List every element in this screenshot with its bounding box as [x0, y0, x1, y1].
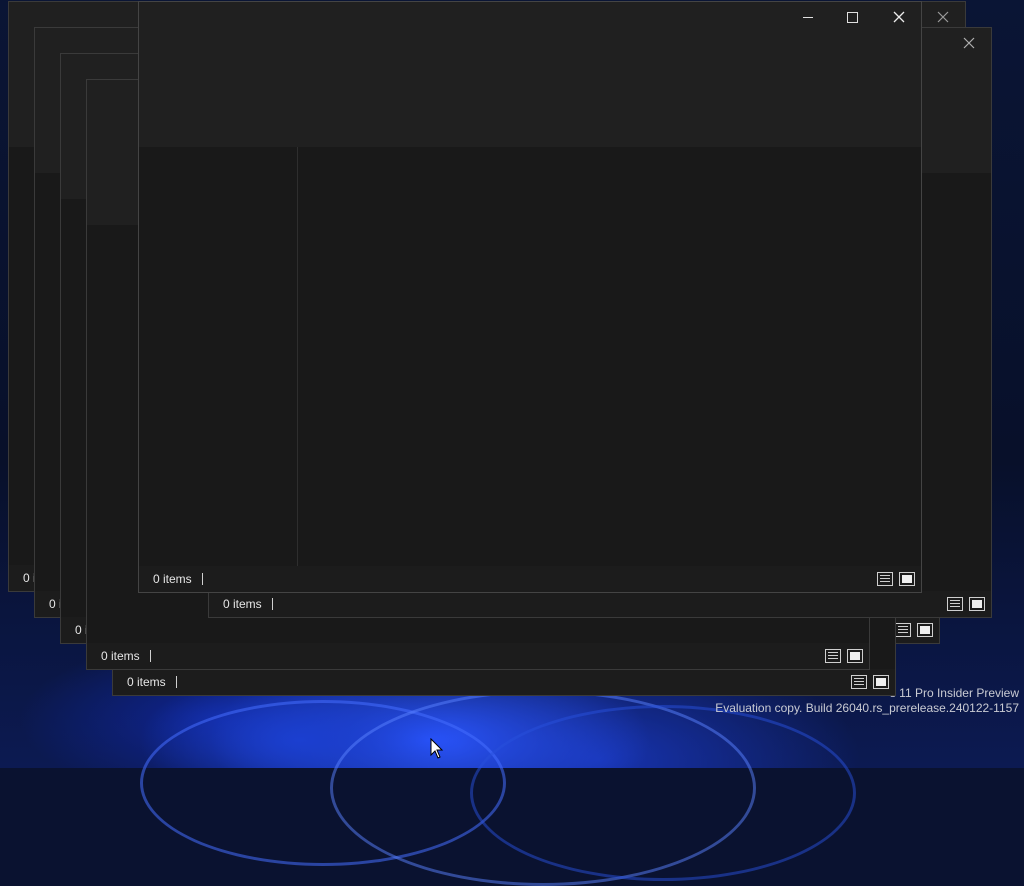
- close-icon: [937, 11, 948, 23]
- details-view-icon[interactable]: [851, 675, 867, 689]
- navigation-pane-divider[interactable]: [297, 147, 298, 566]
- close-button[interactable]: [946, 28, 991, 58]
- close-button[interactable]: [876, 2, 921, 32]
- status-separator: [201, 573, 203, 585]
- watermark-build: Evaluation copy. Build 26040.rs_prerelea…: [715, 701, 1019, 715]
- status-bar: 0 items: [113, 669, 895, 695]
- large-icons-view-icon[interactable]: [969, 597, 985, 611]
- large-icons-view-icon[interactable]: [899, 572, 915, 586]
- item-count: 0 items: [127, 675, 166, 689]
- file-list-pane[interactable]: [139, 147, 921, 566]
- view-switcher: [947, 597, 985, 611]
- status-bar: 0 items: [87, 643, 869, 669]
- status-bar: 0 items: [139, 566, 921, 592]
- explorer-window-active[interactable]: 0 items: [138, 1, 922, 593]
- item-count: 0 items: [153, 572, 192, 586]
- item-count: 0 items: [223, 597, 262, 611]
- mouse-pointer-icon: [430, 738, 444, 759]
- view-switcher: [895, 623, 933, 637]
- maximize-button[interactable]: [830, 2, 875, 32]
- minimize-button[interactable]: [785, 2, 830, 32]
- view-switcher: [851, 675, 889, 689]
- close-icon: [963, 37, 974, 49]
- details-view-icon[interactable]: [947, 597, 963, 611]
- large-icons-view-icon[interactable]: [873, 675, 889, 689]
- close-icon: [893, 11, 904, 23]
- status-separator: [149, 650, 151, 662]
- watermark-edition: s 11 Pro Insider Preview: [889, 686, 1019, 700]
- view-switcher: [877, 572, 915, 586]
- details-view-icon[interactable]: [825, 649, 841, 663]
- large-icons-view-icon[interactable]: [917, 623, 933, 637]
- status-separator: [271, 598, 273, 610]
- status-separator: [175, 676, 177, 688]
- view-switcher: [825, 649, 863, 663]
- status-bar: 0 items: [209, 591, 991, 617]
- details-view-icon[interactable]: [877, 572, 893, 586]
- large-icons-view-icon[interactable]: [847, 649, 863, 663]
- item-count: 0 items: [101, 649, 140, 663]
- details-view-icon[interactable]: [895, 623, 911, 637]
- wallpaper-swirl: [470, 705, 856, 881]
- command-bar: [139, 32, 921, 147]
